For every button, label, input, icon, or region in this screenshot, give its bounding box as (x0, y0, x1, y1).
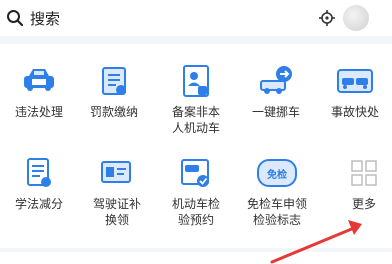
accident-icon (337, 69, 373, 93)
inspection-exempt-icon: 免检 (257, 159, 297, 187)
exempt-badge-text: 免检 (267, 169, 287, 181)
service-move-car[interactable]: 一键挪车 (237, 64, 315, 120)
service-accident-handling[interactable]: 事故快处 (316, 64, 392, 120)
more-grid-icon (351, 160, 377, 186)
search-label: 搜索 (30, 9, 61, 28)
top-bar: 搜索 (0, 0, 392, 36)
service-inspection-booking[interactable]: 机动车检 验预约 (157, 156, 235, 228)
service-label: 事故快处 (330, 105, 379, 119)
search-bar[interactable]: 搜索 (6, 6, 306, 30)
service-label: 一键挪车 (251, 105, 300, 119)
service-label: 机动车检 验预约 (171, 197, 220, 227)
service-license-renewal[interactable]: 驾驶证补 换领 (78, 156, 156, 228)
study-deduction-icon (27, 158, 51, 187)
car-violation-icon (24, 69, 54, 91)
license-renewal-icon (101, 161, 131, 183)
service-label: 违法处理 (14, 105, 63, 119)
service-label: 备案非本 人机动车 (171, 105, 220, 135)
search-icon (7, 10, 24, 27)
service-violation-handling[interactable]: 违法处理 (0, 64, 78, 120)
service-label: 学法减分 (14, 197, 63, 211)
red-arrow-annotation (270, 220, 362, 264)
service-vehicle-registration[interactable]: 备案非本 人机动车 (157, 64, 235, 136)
service-study-deduction[interactable]: 学法减分 (0, 156, 78, 212)
service-label: 驾驶证补 换领 (92, 197, 141, 227)
vehicle-registration-icon (183, 65, 209, 97)
service-fine-payment[interactable]: 罚款缴纳 (75, 64, 153, 120)
fine-payment-icon (102, 67, 126, 95)
move-car-icon (260, 66, 292, 94)
avatar[interactable] (343, 5, 369, 31)
locate-icon[interactable] (318, 9, 336, 27)
inspection-booking-icon (181, 159, 209, 187)
service-label: 罚款缴纳 (89, 105, 138, 119)
